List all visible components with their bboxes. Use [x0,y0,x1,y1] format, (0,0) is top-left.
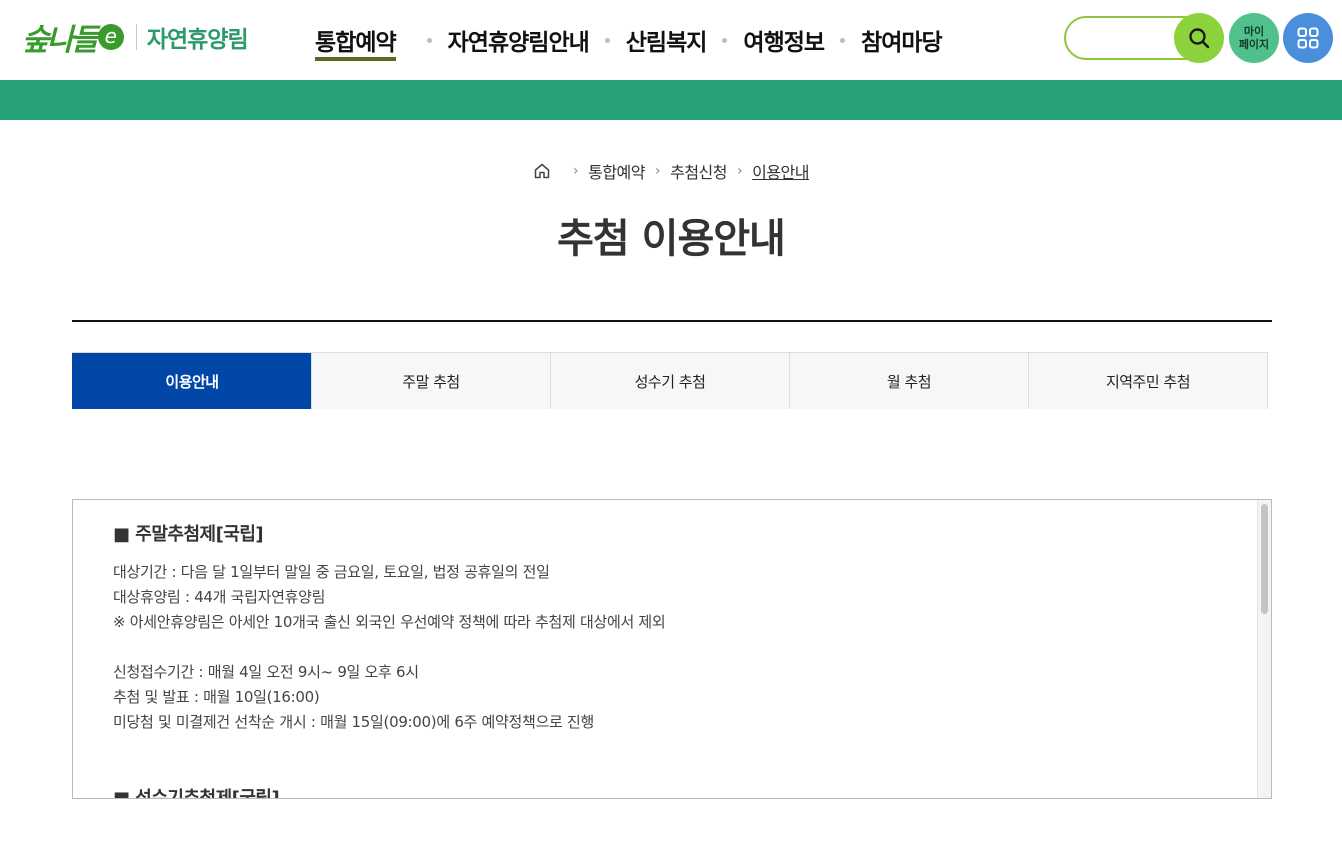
lottery-info-content: ■ 주말추첨제[국립] 대상기간 : 다음 달 1일부터 말일 중 금요일, 토… [113,520,1213,799]
nav-item-community[interactable]: 참여마당 [861,0,943,80]
logo-e-icon: e [97,24,124,50]
logo-divider [135,24,137,50]
nav-separator-dot [604,37,610,43]
search-button[interactable] [1174,13,1224,63]
logo-text: 자연휴양림 [146,27,249,53]
scrollbar-track[interactable] [1257,500,1271,798]
scrollbar-thumb[interactable] [1261,504,1268,614]
chevron-right-icon: › [737,163,743,179]
home-icon[interactable] [533,162,551,180]
breadcrumb: › 통합예약 › 추첨신청 › 이용안내 [0,156,1342,186]
chevron-right-icon: › [655,163,661,179]
info-line: 신청접수기간 : 매월 4일 오전 9시~ 9일 오후 6시 [113,663,419,681]
nav-separator-dot [840,37,846,43]
site-logo[interactable]: 숲나들 e 자연휴양림 [22,14,249,60]
nav-item-integrated-reservation[interactable]: 통합예약 [300,0,411,80]
section-title: ■ 주말추첨제[국립] [113,524,264,545]
tab-bar: 이용안내 주말 추첨 성수기 추첨 월 추첨 지역주민 추첨 [72,352,1268,409]
nav-item-forest-welfare[interactable]: 산림복지 [626,0,708,80]
sub-nav-bar [0,80,1342,120]
breadcrumb-item[interactable]: 통합예약 [588,159,645,183]
info-line: 추첨 및 발표 : 매월 10일(16:00) [113,688,320,706]
tab-local-resident-lottery[interactable]: 지역주민 추첨 [1028,353,1267,409]
lottery-info-scroll-box[interactable]: ■ 주말추첨제[국립] 대상기간 : 다음 달 1일부터 말일 중 금요일, 토… [72,499,1272,799]
nav-item-forest-info[interactable]: 자연휴양림안내 [448,0,590,80]
tab-monthly-lottery[interactable]: 월 추첨 [789,353,1028,409]
my-page-button[interactable]: 마이 페이지 [1229,13,1279,63]
nav-item-travel-info[interactable]: 여행정보 [743,0,825,80]
tab-weekend-lottery[interactable]: 주말 추첨 [311,353,550,409]
info-line: 대상휴양림 : 44개 국립자연휴양림 [113,588,326,606]
info-line: ※ 아세안휴양림은 아세안 10개국 출신 외국인 우선예약 정책에 따라 추첨… [113,613,666,631]
header: 숲나들 e 자연휴양림 통합예약 자연휴양림안내 산림복지 여행정보 참여마당 … [0,0,1342,80]
title-divider [72,320,1272,322]
info-line: 대상기간 : 다음 달 1일부터 말일 중 금요일, 토요일, 법정 공휴일의 … [113,563,550,581]
chevron-right-icon: › [573,163,579,179]
tab-peak-season-lottery[interactable]: 성수기 추첨 [550,353,789,409]
my-page-label: 마이 페이지 [1238,25,1270,51]
grid-menu-icon [1297,27,1319,49]
nav-separator-dot [722,37,728,43]
tab-usage-guide[interactable]: 이용안내 [72,353,311,409]
section-title: ■ 성수기추첨제[국립] [113,788,280,799]
search-input[interactable] [1082,18,1182,58]
breadcrumb-current[interactable]: 이용안내 [752,159,809,183]
page-title: 추첨 이용안내 [557,216,786,262]
logo-mark: 숲나들 [22,23,99,58]
breadcrumb-item[interactable]: 추첨신청 [670,159,727,183]
nav-separator-dot [426,37,432,43]
all-menu-button[interactable] [1283,13,1333,63]
info-line: 미당첨 및 미결제건 선착순 개시 : 매월 15일(09:00)에 6주 예약… [113,713,594,731]
search-icon [1189,28,1210,49]
main-nav: 통합예약 자연휴양림안내 산림복지 여행정보 참여마당 [300,0,943,80]
